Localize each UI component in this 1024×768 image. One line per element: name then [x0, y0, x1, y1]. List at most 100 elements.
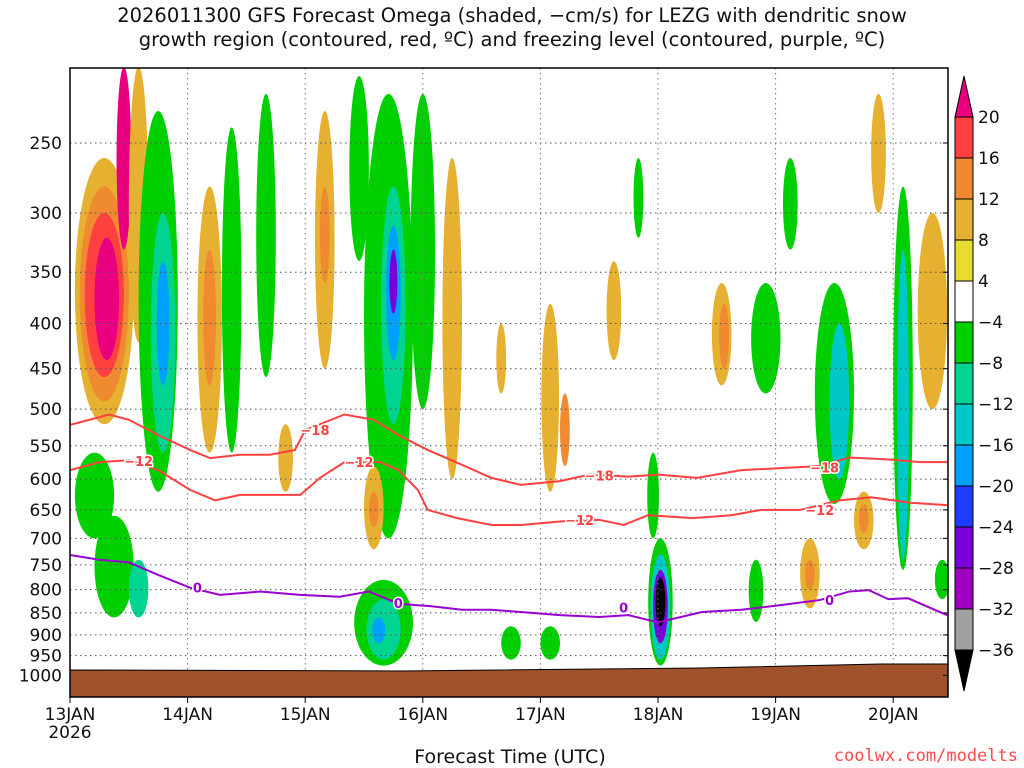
omega-cell: [897, 249, 909, 560]
colorbar-label: 12: [978, 190, 1000, 210]
contour-label: −12: [565, 514, 594, 529]
omega-cell: [917, 213, 948, 410]
omega-cell: [871, 93, 886, 214]
colorbar-swatch: [954, 567, 974, 610]
omega-cell: [278, 424, 293, 492]
omega-cell: [858, 503, 869, 533]
omega-cell: [319, 186, 330, 284]
colorbar-label: 16: [978, 149, 1000, 169]
omega-cell: [655, 577, 666, 627]
omega-cell: [606, 261, 622, 361]
colorbar-label: −4: [978, 313, 1003, 333]
y-tick-label: 650: [30, 501, 62, 521]
omega-cell: [501, 626, 521, 660]
y-tick-label: 900: [30, 626, 62, 646]
colorbar-label: 8: [978, 231, 989, 251]
credit-link[interactable]: coolwx.com/modelts: [834, 746, 1018, 766]
x-tick-label: 13JAN: [45, 705, 96, 725]
x-tick-label: 14JAN: [162, 705, 213, 725]
colorbar-label: 4: [978, 272, 989, 292]
x-tick-year: 2026: [48, 723, 91, 743]
omega-cell: [540, 626, 560, 660]
y-tick-label: 950: [30, 647, 62, 667]
omega-cell: [94, 515, 134, 618]
colorbar-swatch: [954, 280, 974, 323]
colorbar-swatch: [954, 239, 974, 282]
omega-cell: [719, 303, 730, 369]
contour-label: 0: [619, 601, 628, 616]
y-tick-label: 750: [30, 556, 62, 576]
colorbar-label: 20: [978, 108, 1000, 128]
colorbar-under-triangle: [954, 649, 974, 692]
y-tick-label: 250: [30, 134, 62, 154]
colorbar-label: −28: [978, 559, 1014, 579]
omega-cell: [203, 249, 217, 386]
omega-cell: [541, 303, 560, 492]
x-tick-label: 15JAN: [280, 705, 331, 725]
colorbar-label: −32: [978, 600, 1014, 620]
omega-shading: [74, 68, 948, 666]
y-tick-label: 550: [30, 437, 62, 457]
omega-cell: [256, 93, 276, 378]
colorbar-label: −36: [978, 641, 1014, 661]
x-tick-label: 18JAN: [633, 705, 684, 725]
colorbar-label: −16: [978, 436, 1014, 456]
colorbar-swatch: [954, 116, 974, 159]
contour-label: 0: [394, 597, 403, 612]
contour-label: −12: [345, 456, 374, 471]
colorbar-swatch: [954, 403, 974, 446]
omega-cell: [560, 393, 570, 467]
omega-cell: [128, 559, 149, 618]
y-tick-label: 400: [30, 314, 62, 334]
omega-cell: [156, 261, 170, 386]
colorbar-swatch: [954, 608, 974, 651]
omega-cell: [829, 323, 850, 480]
y-tick-label: 1000: [19, 666, 62, 686]
omega-cell: [94, 237, 119, 361]
omega-cell: [410, 93, 436, 410]
colorbar-swatch: [954, 198, 974, 241]
contour-label: 0: [825, 594, 834, 609]
terrain-fill: [70, 663, 948, 697]
contour-label: 0: [193, 582, 202, 597]
contour-label: −12: [124, 455, 153, 470]
colorbar-swatch: [954, 444, 974, 487]
omega-cell: [782, 158, 798, 250]
contour-label: −12: [805, 504, 834, 519]
x-tick-label: 17JAN: [515, 705, 566, 725]
x-tick-label: 16JAN: [397, 705, 448, 725]
y-tick-label: 700: [30, 529, 62, 549]
omega-cell: [389, 249, 398, 314]
y-tick-label: 450: [30, 360, 62, 380]
colorbar-label: −24: [978, 518, 1014, 538]
omega-cell: [442, 158, 463, 480]
y-tick-label: 500: [30, 400, 62, 420]
omega-cell: [496, 323, 507, 394]
colorbar-label: −20: [978, 477, 1014, 497]
x-tick-label: 20JAN: [868, 705, 919, 725]
y-tick-label: 850: [30, 604, 62, 624]
y-tick-label: 600: [30, 470, 62, 490]
y-tick-label: 800: [30, 581, 62, 601]
omega-cell: [633, 158, 644, 238]
omega-cell: [805, 559, 815, 590]
x-tick-label: 19JAN: [750, 705, 801, 725]
contour-label: −18: [810, 461, 839, 476]
colorbar: 20 16 12 8 4 −4 −8 −12 −16 −20 −24 −28 −32 −36: [954, 75, 1014, 692]
omega-cell: [221, 127, 242, 453]
colorbar-swatch: [954, 362, 974, 405]
terrain: [70, 663, 948, 697]
y-tick-label: 350: [30, 263, 62, 283]
x-axis-label: Forecast Time (UTC): [414, 746, 605, 768]
colorbar-label: −8: [978, 354, 1003, 374]
colorbar-label: −12: [978, 395, 1014, 415]
omega-cell: [372, 617, 386, 644]
omega-cell: [647, 452, 659, 539]
colorbar-swatch: [954, 485, 974, 528]
colorbar-swatch: [954, 526, 974, 569]
colorbar-over-triangle: [954, 75, 974, 118]
omega-cross-section-chart: −18−18−18−12 −12−12−1200 0 0 25030035040045…: [19, 67, 1014, 768]
contour-label: −18: [585, 469, 614, 484]
colorbar-swatch: [954, 321, 974, 364]
colorbar-swatch: [954, 157, 974, 200]
